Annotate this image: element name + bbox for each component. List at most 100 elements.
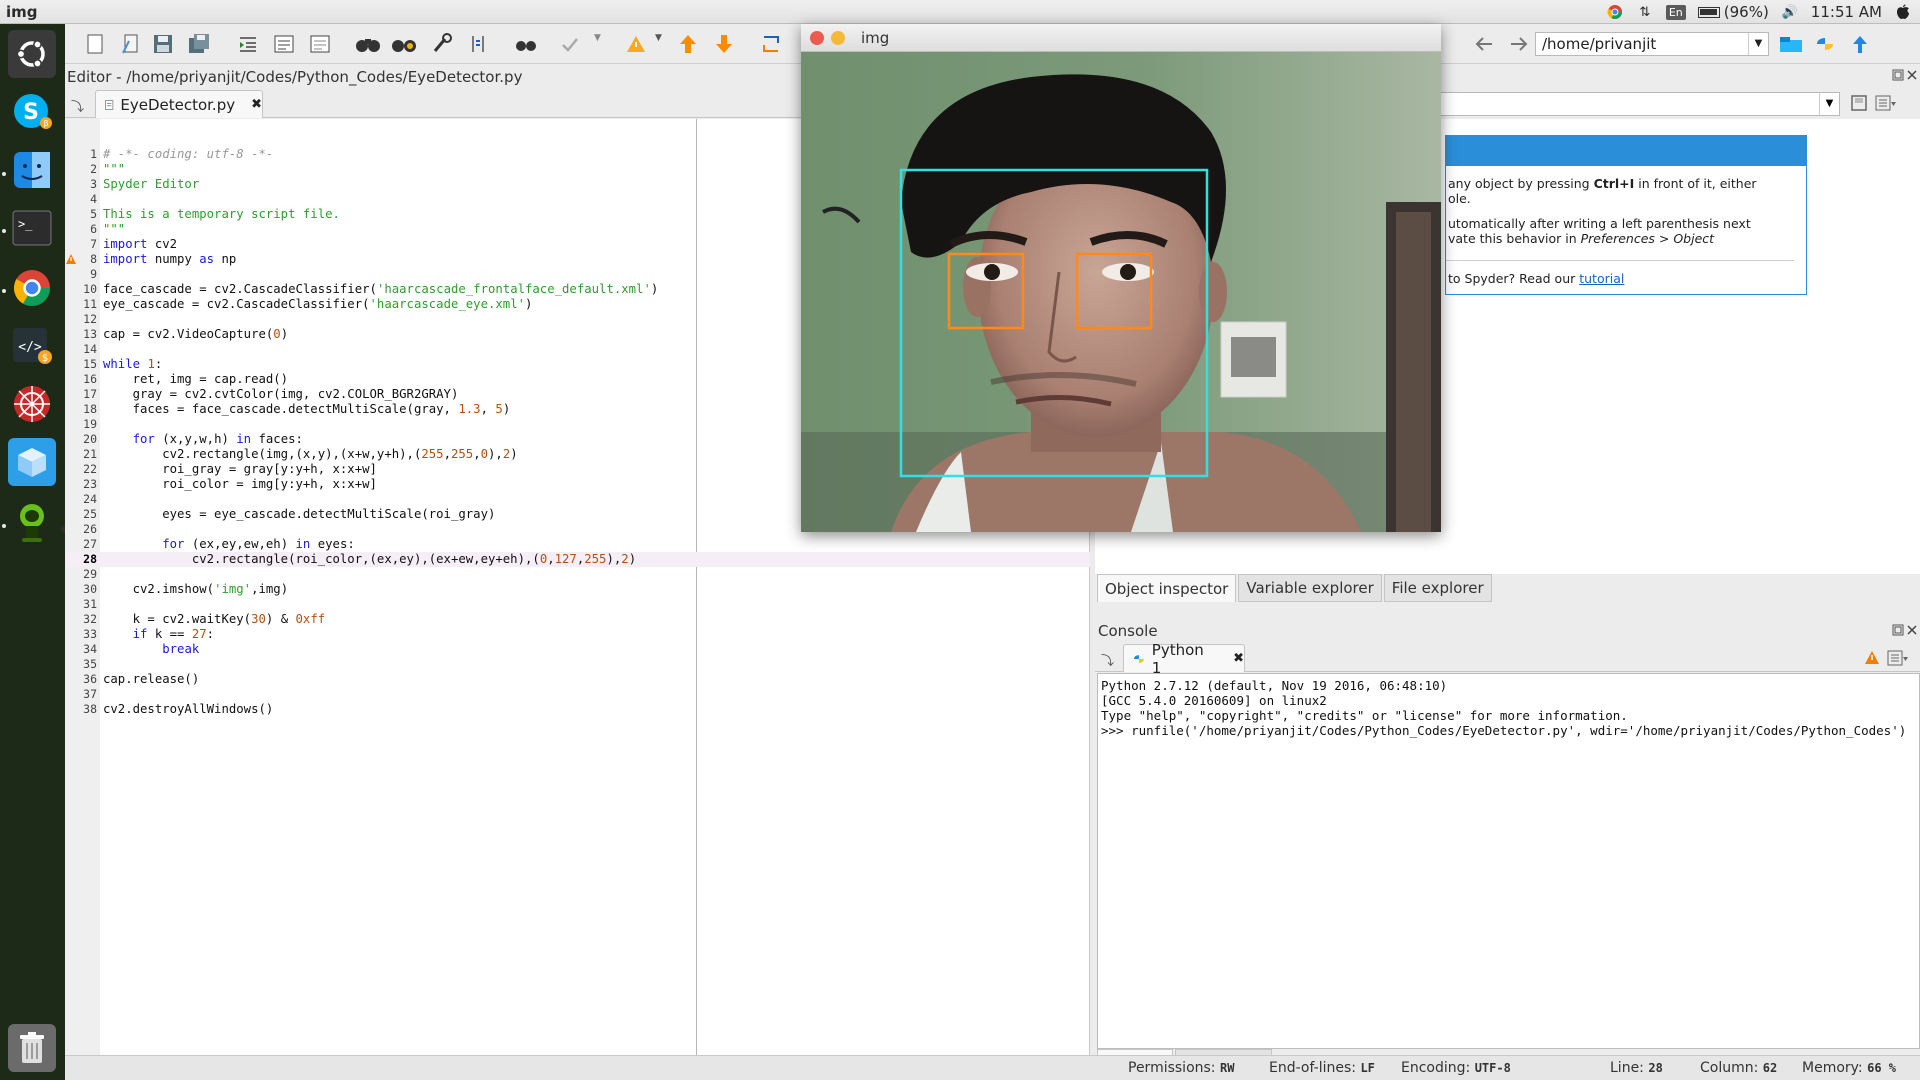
line-number: 36	[83, 672, 97, 686]
previous-warning-icon[interactable]	[677, 33, 699, 55]
new-file-icon[interactable]	[84, 33, 106, 55]
code-line[interactable]: 29	[65, 567, 1090, 582]
launcher-sublime-button[interactable]: </> $	[8, 321, 56, 369]
launcher-chrome-button[interactable]	[8, 264, 56, 312]
options-icon[interactable]	[1875, 94, 1897, 112]
chevron-down-icon[interactable]: ▼	[1819, 93, 1839, 115]
help-text-3: to Spyder? Read our tutorial	[1448, 271, 1625, 286]
code-line[interactable]: 36 cap.release()	[65, 672, 1090, 687]
tab-eyedetector[interactable]: EyeDetector.py ✖	[95, 90, 263, 118]
browse-tabs-icon[interactable]: ⤵	[1101, 650, 1114, 669]
launcher-spyder-button[interactable]	[8, 380, 56, 428]
code-line[interactable]: 27 for (ex,ey,ew,eh) in eyes:	[65, 537, 1090, 552]
warning-icon[interactable]	[65, 253, 77, 265]
line-number: 20	[83, 432, 97, 446]
tutorial-link[interactable]: tutorial	[1579, 271, 1624, 286]
code-line[interactable]: 38 cv2.destroyAllWindows()	[65, 702, 1090, 717]
launcher-terminal-button[interactable]: >_	[8, 204, 56, 252]
battery-indicator[interactable]: (96%)	[1697, 3, 1769, 21]
tab-object-inspector[interactable]: Object inspector	[1097, 574, 1237, 602]
options-icon[interactable]	[1887, 650, 1909, 666]
unity-launcher: Sβ >_ </> $	[0, 24, 65, 1080]
working-directory-combo[interactable]: /home/privanjit ▼	[1535, 32, 1769, 56]
last-edit-location-icon[interactable]	[760, 33, 782, 55]
line-number: 25	[83, 507, 97, 521]
launcher-finder-button[interactable]	[8, 146, 56, 194]
tab-python-1[interactable]: Python 1 ✖	[1123, 641, 1245, 677]
object-source-combo[interactable]: ▼	[1440, 92, 1840, 116]
goto-line-icon[interactable]	[467, 33, 489, 55]
back-icon[interactable]	[1474, 35, 1494, 53]
launcher-appcenter-button[interactable]	[8, 438, 56, 486]
keyboard-language-indicator[interactable]: En	[1665, 4, 1686, 20]
code-line[interactable]: 31	[65, 597, 1090, 612]
apple-menu-icon[interactable]	[1894, 3, 1912, 21]
launcher-skype-button[interactable]: Sβ	[8, 87, 56, 135]
warning-icon[interactable]	[1864, 650, 1880, 666]
launcher-img-window-button[interactable]	[8, 498, 56, 546]
tab-variable-explorer[interactable]: Variable explorer	[1238, 574, 1382, 602]
find-next-icon[interactable]	[391, 33, 417, 55]
volume-icon[interactable]: 🔊	[1781, 3, 1799, 21]
launcher-dash-button[interactable]	[8, 30, 56, 78]
chrome-tray-icon[interactable]	[1606, 3, 1624, 21]
webcam-frame	[801, 52, 1441, 532]
close-tab-icon[interactable]: ✖	[251, 97, 262, 112]
minimize-window-button[interactable]	[831, 31, 845, 45]
undock-icon[interactable]	[1892, 624, 1904, 636]
code-line[interactable]: 34 break	[65, 642, 1090, 657]
replace-icon[interactable]	[431, 33, 453, 55]
code-line[interactable]: 33 if k == 27:	[65, 627, 1090, 642]
line-number: 15	[83, 357, 97, 371]
chevron-down-icon[interactable]: ▼	[1748, 33, 1768, 55]
clock[interactable]: 11:51 AM	[1811, 3, 1882, 21]
browse-directory-icon[interactable]	[1778, 33, 1804, 55]
launcher-trash-button[interactable]	[8, 1024, 56, 1072]
battery-percent: (96%)	[1723, 3, 1769, 21]
terminal-icon: >_	[12, 210, 52, 246]
code-line[interactable]: 35	[65, 657, 1090, 672]
code-text: cv2.destroyAllWindows()	[103, 702, 274, 716]
close-pane-icon[interactable]	[1906, 624, 1918, 636]
img-window[interactable]: img	[801, 24, 1441, 532]
warning-dropdown-icon[interactable]: ▼	[655, 33, 677, 55]
help-card-header	[1446, 136, 1806, 166]
img-window-titlebar[interactable]: img	[801, 24, 1441, 52]
comment-icon[interactable]	[273, 33, 295, 55]
uncomment-icon[interactable]	[309, 33, 331, 55]
lock-icon[interactable]	[1850, 94, 1868, 112]
close-window-button[interactable]	[810, 31, 824, 45]
browse-tabs-icon[interactable]: ⤵	[71, 96, 84, 115]
check-icon[interactable]	[559, 33, 581, 55]
check-dropdown-icon[interactable]: ▼	[594, 33, 616, 55]
code-text: break	[162, 642, 200, 656]
line-number: 14	[83, 342, 97, 356]
close-pane-icon[interactable]	[1906, 69, 1918, 81]
network-icon[interactable]: ⇅	[1636, 3, 1654, 21]
code-text: cap.release()	[103, 672, 200, 686]
save-icon[interactable]	[152, 33, 174, 55]
python-path-icon[interactable]	[1814, 33, 1836, 55]
forward-icon[interactable]	[1509, 35, 1529, 53]
close-tab-icon[interactable]: ✖	[1233, 651, 1244, 666]
line-number: 5	[90, 207, 97, 221]
find-icon[interactable]	[355, 33, 381, 55]
next-warning-icon[interactable]	[713, 33, 735, 55]
ipython-console[interactable]: Python 2.7.12 (default, Nov 19 2016, 06:…	[1097, 673, 1920, 1049]
indent-icon[interactable]	[237, 33, 259, 55]
divider	[1446, 260, 1794, 261]
code-line[interactable]: 30 cv2.imshow('img',img)	[65, 582, 1090, 597]
undock-icon[interactable]	[1892, 69, 1904, 81]
code-line[interactable]: 32 k = cv2.waitKey(30) & 0xff	[65, 612, 1090, 627]
system-tray: ⇅ En (96%) 🔊 11:51 AM	[1606, 0, 1912, 24]
open-file-icon[interactable]	[120, 33, 142, 55]
tab-file-explorer[interactable]: File explorer	[1383, 574, 1492, 602]
parent-directory-icon[interactable]	[1849, 33, 1871, 55]
code-text: gray = cv2.cvtColor(img, cv2.COLOR_BGR2G…	[103, 387, 459, 401]
code-line[interactable]: 28 cv2.rectangle(roi_color,(ex,ey),(ex+e…	[65, 552, 1090, 567]
console-tab-label: Python 1	[1151, 640, 1204, 677]
run-debug-icon[interactable]	[514, 33, 538, 55]
code-line[interactable]: 37	[65, 687, 1090, 702]
save-all-icon[interactable]	[188, 33, 210, 55]
warning-nav-icon[interactable]	[625, 33, 647, 55]
